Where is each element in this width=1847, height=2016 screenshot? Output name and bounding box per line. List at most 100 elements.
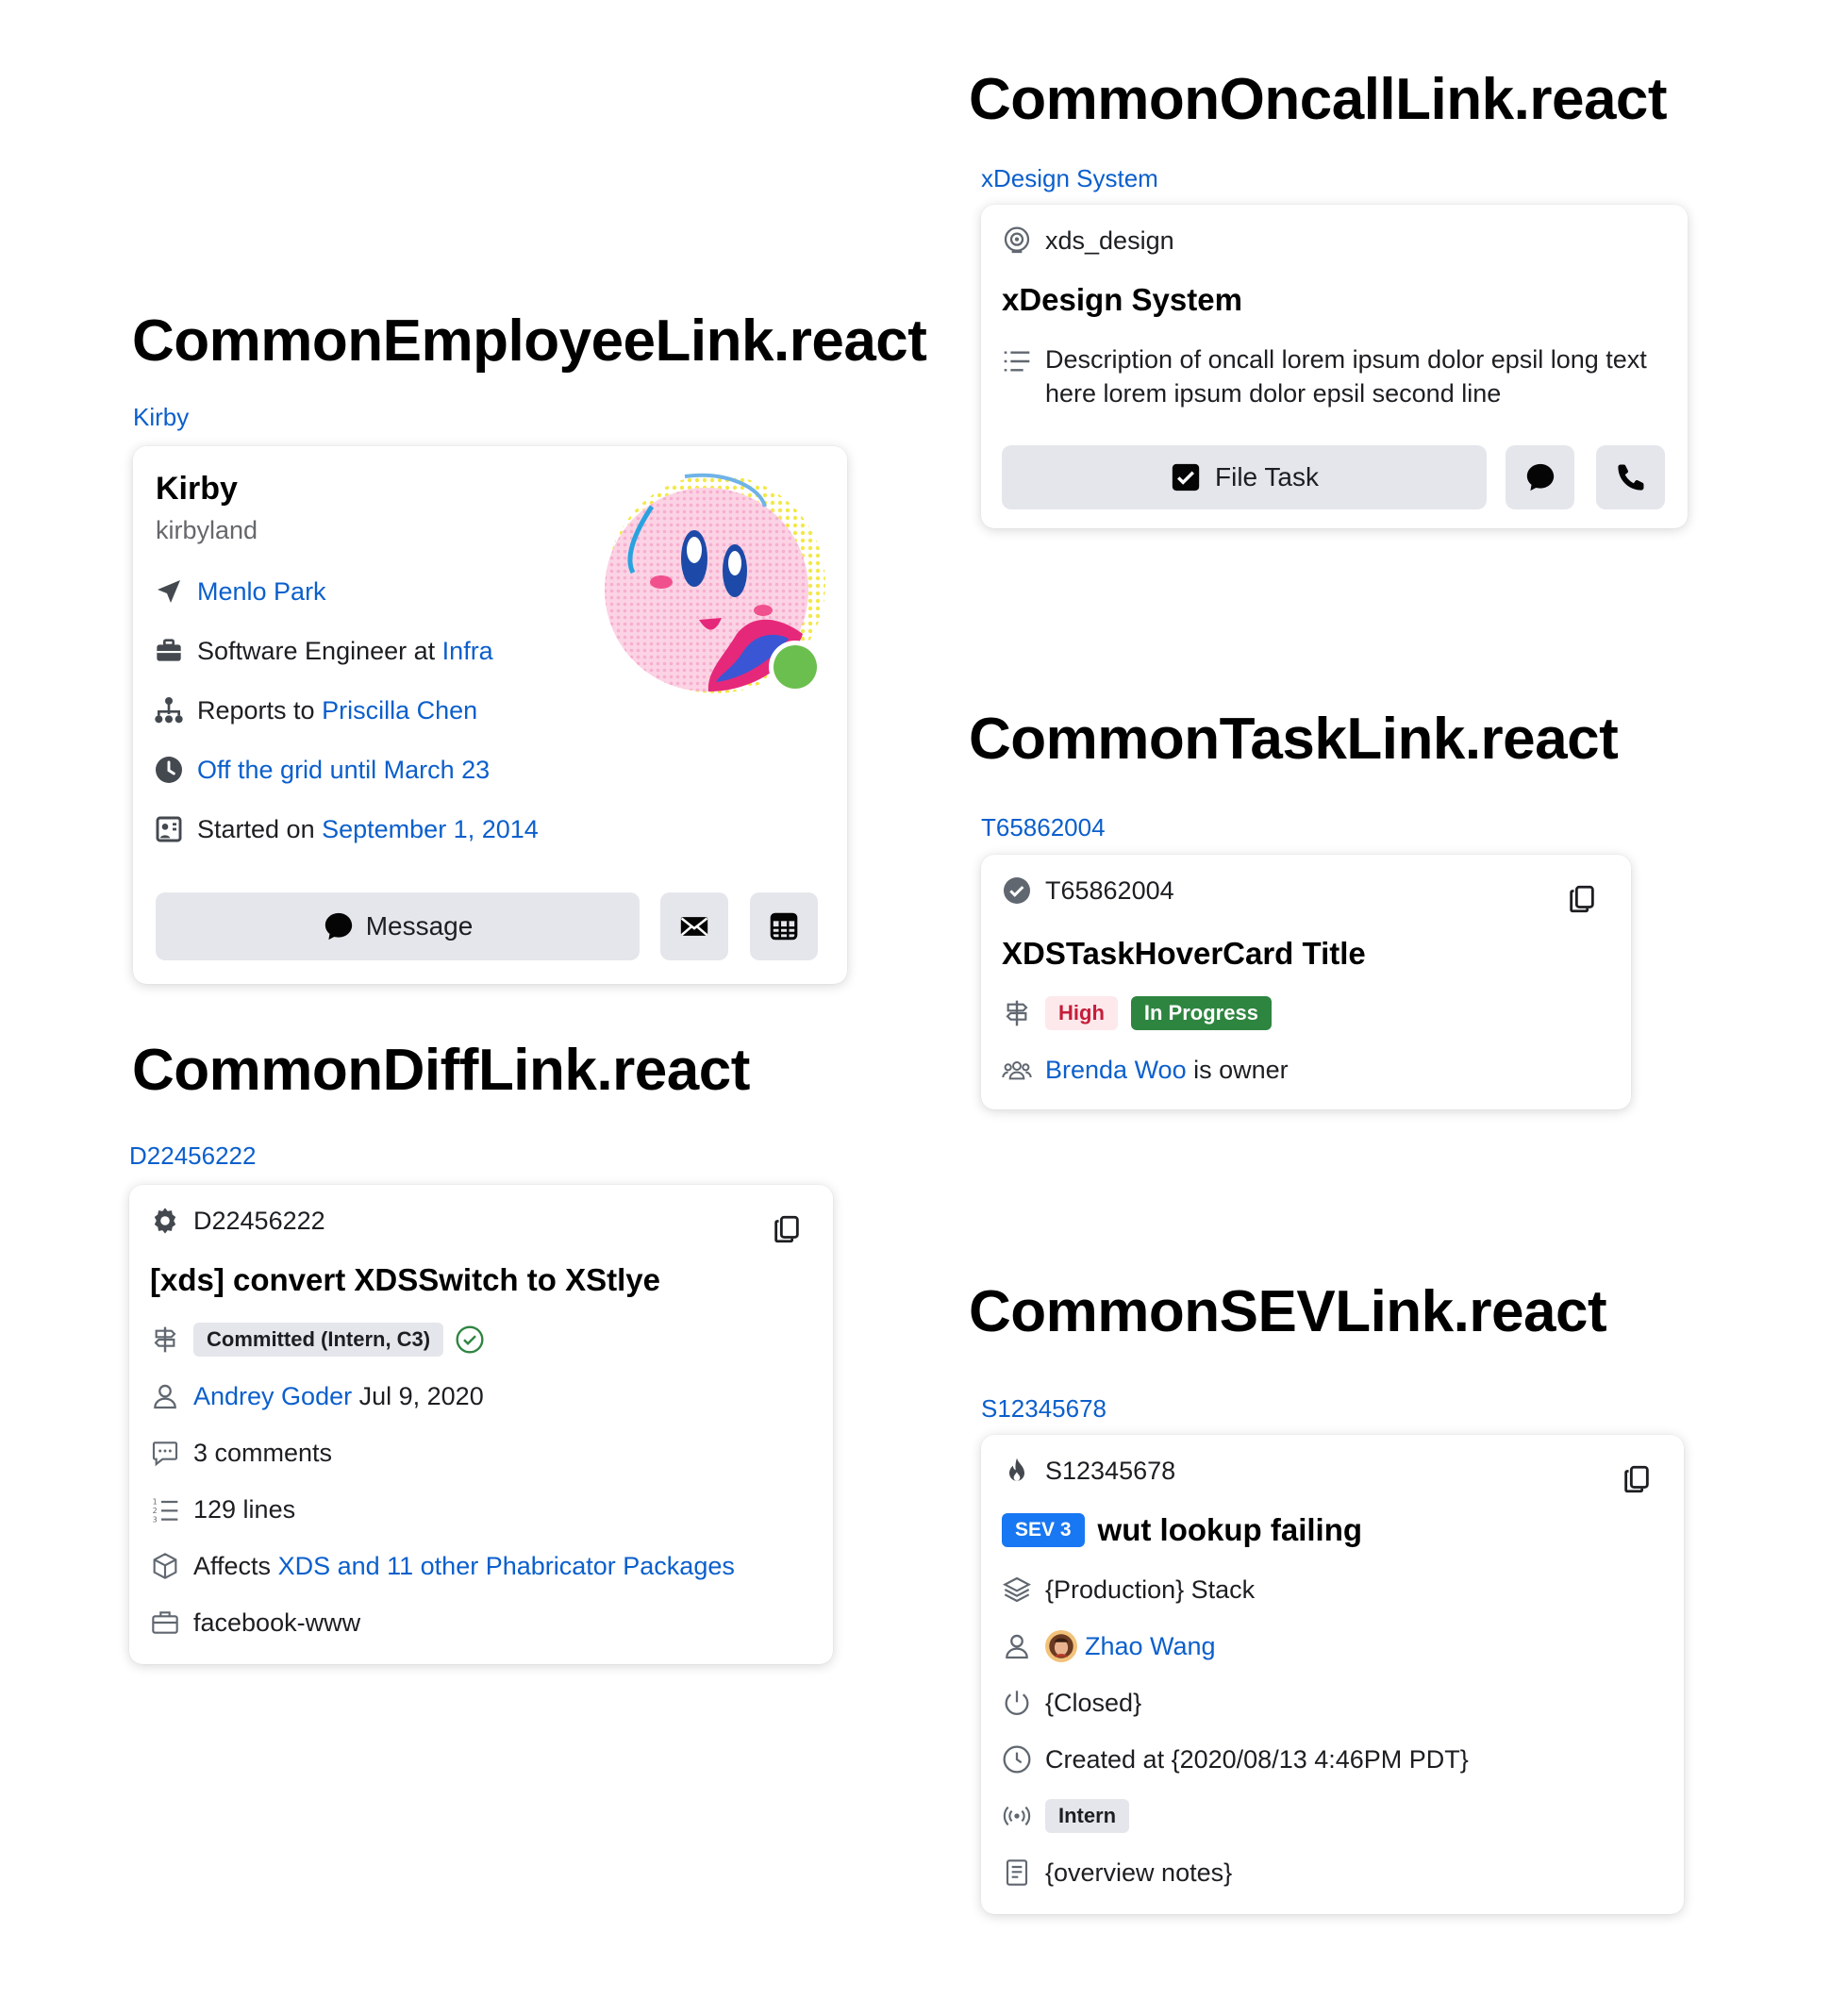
task-owner-link[interactable]: Brenda Woo bbox=[1045, 1056, 1187, 1085]
oncall-link[interactable]: xDesign System bbox=[981, 164, 1158, 193]
presence-indicator bbox=[774, 645, 817, 689]
diff-repo: facebook-www bbox=[193, 1608, 361, 1637]
document-icon bbox=[1000, 1856, 1034, 1890]
sev-id-row: S12345678 bbox=[1000, 1454, 1175, 1488]
task-tags-row: High In Progress bbox=[1000, 996, 1272, 1030]
sev-card: S12345678 SEV 3 wut lookup failing {Prod… bbox=[981, 1435, 1684, 1914]
diff-affects-link[interactable]: XDS and 11 other Phabricator Packages bbox=[278, 1552, 735, 1581]
file-task-button[interactable]: File Task bbox=[1002, 445, 1487, 509]
message-button-label: Message bbox=[365, 911, 474, 941]
employee-location-row: Menlo Park bbox=[152, 575, 326, 608]
calendar-icon bbox=[768, 910, 800, 942]
gear-icon bbox=[148, 1204, 182, 1238]
owner-avatar[interactable] bbox=[1045, 1630, 1077, 1662]
diff-author-row: Andrey Goder Jul 9, 2020 bbox=[148, 1379, 484, 1413]
employee-heading: CommonEmployeeLink.react bbox=[132, 308, 927, 374]
task-priority-tag: High bbox=[1045, 996, 1118, 1030]
employee-location[interactable]: Menlo Park bbox=[197, 577, 326, 607]
messenger-icon bbox=[1524, 461, 1556, 493]
sev-link[interactable]: S12345678 bbox=[981, 1394, 1107, 1424]
sev-tag-row: Intern bbox=[1000, 1799, 1130, 1833]
oncall-message-button[interactable] bbox=[1506, 445, 1574, 509]
oncall-pager-icon bbox=[1000, 224, 1034, 258]
oncall-card: xds_design xDesign System Description of… bbox=[981, 205, 1688, 528]
employee-job-row: Software Engineer at Infra bbox=[152, 634, 493, 668]
message-button[interactable]: Message bbox=[156, 892, 640, 960]
diff-lines-row: 123 129 lines bbox=[148, 1492, 295, 1526]
sev-owner-row: Zhao Wang bbox=[1000, 1629, 1216, 1663]
diff-card: D22456222 [xds] convert XDSSwitch to XSt… bbox=[129, 1185, 833, 1664]
sev-level-badge: SEV 3 bbox=[1002, 1513, 1085, 1547]
employee-status-link[interactable]: Off the grid until March 23 bbox=[197, 756, 490, 785]
svg-text:2: 2 bbox=[153, 1507, 158, 1515]
employee-job-prefix: Software Engineer at bbox=[197, 636, 436, 665]
sev-state: {Closed} bbox=[1045, 1688, 1142, 1717]
sev-created-row: Created at {2020/08/13 4:46PM PDT} bbox=[1000, 1742, 1469, 1776]
call-button[interactable] bbox=[1596, 445, 1665, 509]
sev-notes: {overview notes} bbox=[1045, 1858, 1233, 1887]
employee-team-link[interactable]: Infra bbox=[442, 637, 493, 666]
clock-icon bbox=[152, 753, 186, 787]
signpost-icon bbox=[148, 1323, 182, 1357]
clock-outline-icon bbox=[1000, 1742, 1034, 1776]
envelope-icon bbox=[678, 910, 710, 942]
task-status-tag: In Progress bbox=[1130, 996, 1272, 1030]
diff-id-row: D22456222 bbox=[148, 1204, 325, 1238]
fire-icon bbox=[1000, 1454, 1034, 1488]
copy-icon[interactable] bbox=[1621, 1463, 1653, 1495]
employee-start-date-link[interactable]: September 1, 2014 bbox=[322, 815, 539, 844]
broadcast-icon bbox=[1000, 1799, 1034, 1833]
diff-lines: 129 lines bbox=[193, 1494, 296, 1524]
oncall-heading: CommonOncallLink.react bbox=[969, 67, 1668, 132]
oncall-handle: xds_design bbox=[1045, 225, 1174, 255]
sev-state-row: {Closed} bbox=[1000, 1686, 1141, 1720]
calendar-button[interactable] bbox=[750, 892, 818, 960]
sev-heading: CommonSEVLink.react bbox=[969, 1279, 1607, 1344]
diff-author-link[interactable]: Andrey Goder bbox=[193, 1382, 352, 1411]
svg-text:1: 1 bbox=[153, 1498, 158, 1507]
comment-icon bbox=[148, 1436, 182, 1470]
oncall-title[interactable]: xDesign System bbox=[1002, 282, 1242, 318]
sev-notes-row: {overview notes} bbox=[1000, 1856, 1232, 1890]
sev-stack-row: {Production} Stack bbox=[1000, 1573, 1255, 1607]
messenger-icon bbox=[323, 910, 355, 942]
email-button[interactable] bbox=[660, 892, 728, 960]
sev-team-tag: Intern bbox=[1045, 1799, 1130, 1833]
employee-started-prefix: Started on bbox=[197, 814, 315, 843]
diff-id: D22456222 bbox=[193, 1206, 325, 1235]
sev-title[interactable]: wut lookup failing bbox=[1098, 1512, 1362, 1548]
task-id-row: T65862004 bbox=[1000, 874, 1174, 908]
badge-icon bbox=[152, 812, 186, 846]
sev-stack: {Production} Stack bbox=[1045, 1574, 1256, 1604]
copy-icon[interactable] bbox=[771, 1213, 803, 1245]
diff-comments-row: 3 comments bbox=[148, 1436, 332, 1470]
task-link[interactable]: T65862004 bbox=[981, 813, 1106, 842]
location-arrow-icon bbox=[152, 575, 186, 608]
employee-manager-link[interactable]: Priscilla Chen bbox=[322, 696, 477, 725]
diff-title[interactable]: [xds] convert XDSSwitch to XStlye bbox=[150, 1262, 660, 1298]
sev-title-row: SEV 3 wut lookup failing bbox=[1002, 1512, 1362, 1548]
employee-name: Kirby bbox=[156, 471, 238, 507]
employee-link[interactable]: Kirby bbox=[133, 403, 189, 432]
copy-icon[interactable] bbox=[1566, 883, 1598, 915]
sev-owner-link[interactable]: Zhao Wang bbox=[1085, 1632, 1216, 1661]
person-icon bbox=[148, 1379, 182, 1413]
diff-status-tag: Committed (Intern, C3) bbox=[193, 1323, 444, 1357]
briefcase-icon bbox=[152, 634, 186, 668]
org-chart-icon bbox=[152, 693, 186, 727]
layers-icon bbox=[1000, 1573, 1034, 1607]
task-title[interactable]: XDSTaskHoverCard Title bbox=[1002, 936, 1366, 972]
avatar[interactable] bbox=[595, 469, 831, 705]
diff-link[interactable]: D22456222 bbox=[129, 1141, 256, 1171]
oncall-handle-row: xds_design bbox=[1000, 224, 1174, 258]
oncall-description-line1: Description of oncall lorem ipsum dolor … bbox=[1045, 345, 1647, 374]
sev-created: Created at {2020/08/13 4:46PM PDT} bbox=[1045, 1744, 1469, 1774]
employee-reports-row: Reports to Priscilla Chen bbox=[152, 693, 477, 727]
sev-id: S12345678 bbox=[1045, 1456, 1176, 1485]
employee-username: kirbyland bbox=[156, 516, 258, 544]
diff-comments: 3 comments bbox=[193, 1438, 333, 1467]
task-owner-suffix: is owner bbox=[1193, 1055, 1289, 1084]
employee-status-row: Off the grid until March 23 bbox=[152, 753, 490, 787]
phone-icon bbox=[1615, 461, 1647, 493]
diff-repo-row: facebook-www bbox=[148, 1606, 360, 1640]
